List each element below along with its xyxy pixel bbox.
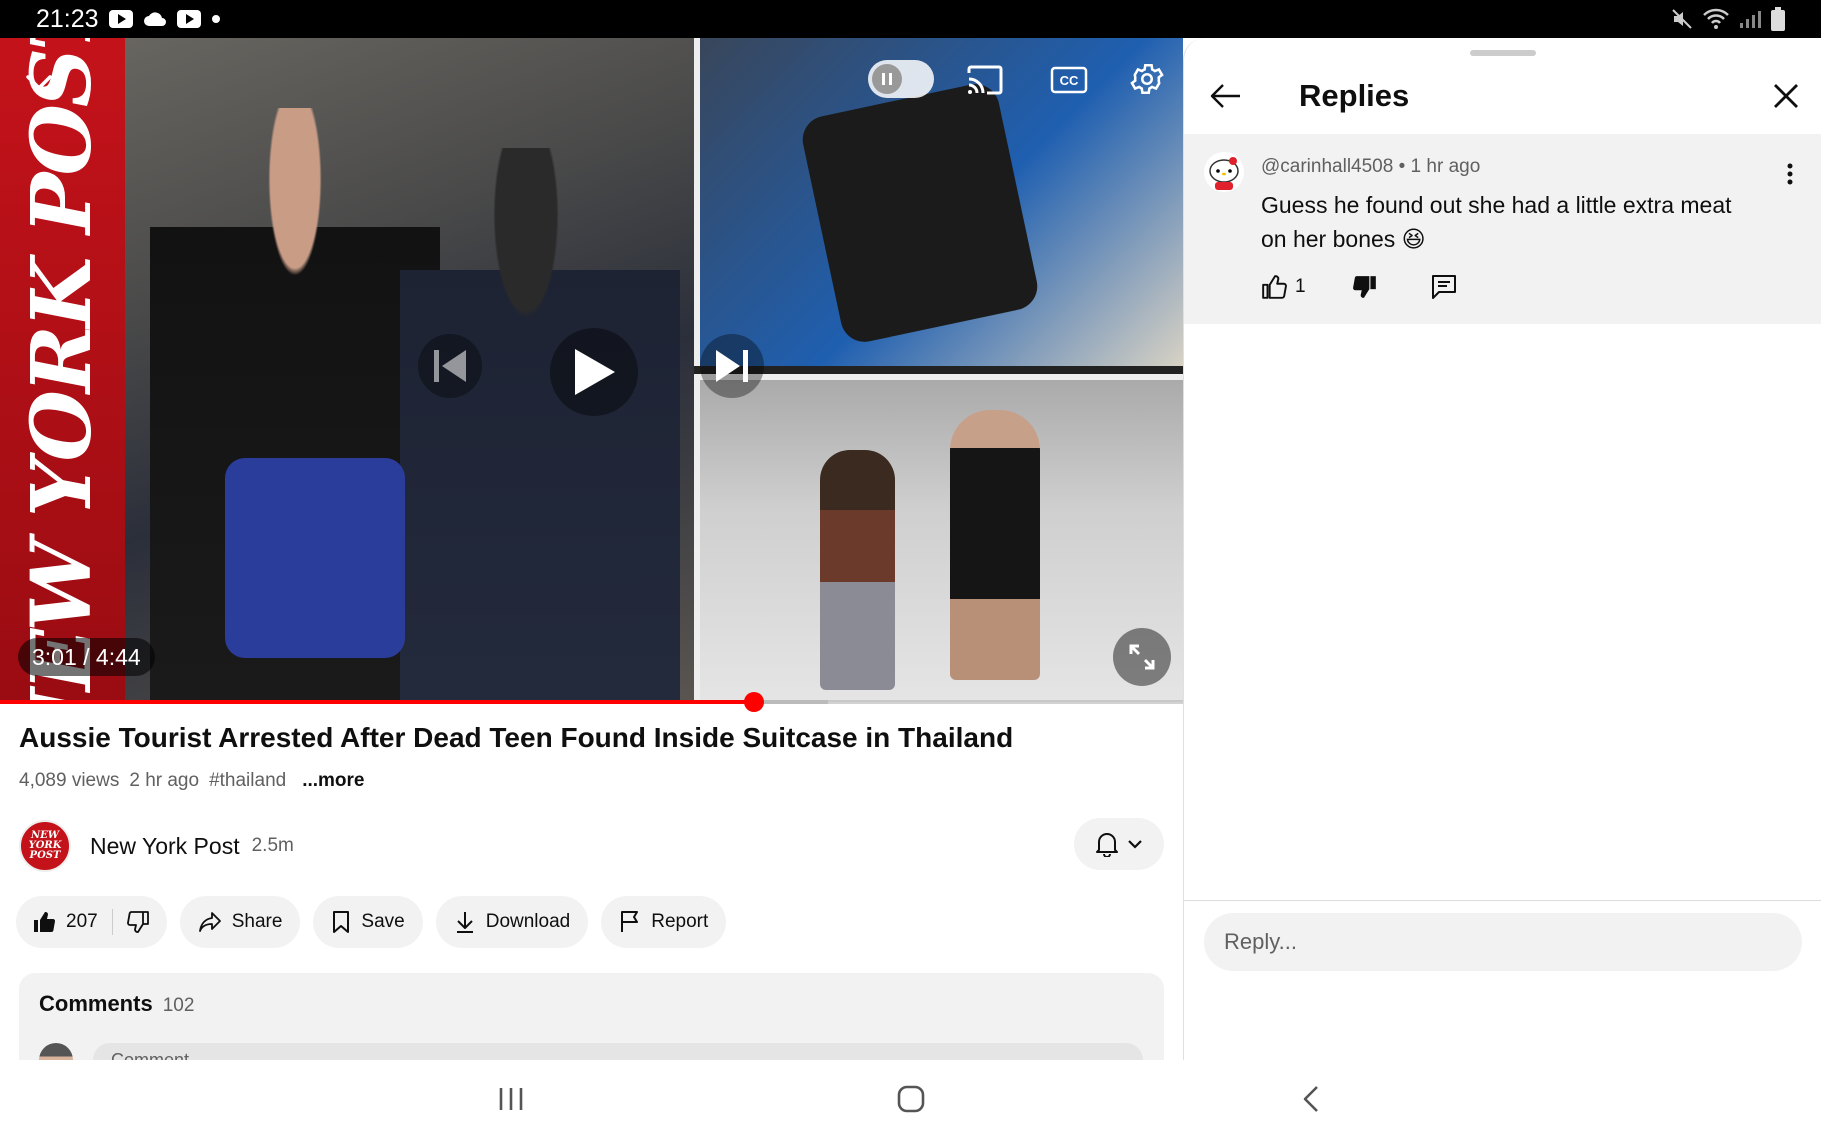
home-icon[interactable] <box>881 1069 941 1129</box>
download-icon <box>454 910 476 934</box>
share-button[interactable]: Share <box>179 896 301 948</box>
video-player[interactable]: NEW YORK POST CC 3:01 / 4:44 <box>0 38 1183 702</box>
like-count: 207 <box>66 911 98 932</box>
youtube-icon <box>176 10 201 28</box>
reply-input[interactable]: Reply... <box>1204 913 1802 971</box>
progress-scrubber[interactable] <box>743 692 764 712</box>
commenter-avatar[interactable] <box>1204 152 1244 192</box>
parent-comment: @carinhall4508 • 1 hr ago Guess he found… <box>1184 134 1821 324</box>
channel-name[interactable]: New York Post <box>90 833 240 860</box>
subscription-bell-button[interactable] <box>1074 818 1164 870</box>
share-icon <box>198 911 222 933</box>
signal-icon <box>1739 9 1761 29</box>
cloud-icon <box>143 11 167 27</box>
dot-icon <box>211 14 221 24</box>
divider <box>111 909 113 935</box>
back-arrow-icon[interactable] <box>1206 76 1246 116</box>
download-label: Download <box>485 911 571 932</box>
share-label: Share <box>231 911 283 932</box>
upload-age: 2 hr ago <box>129 770 200 791</box>
pause-icon <box>872 64 902 94</box>
drag-handle[interactable] <box>1470 50 1536 56</box>
wifi-icon <box>1703 8 1729 30</box>
comment-text: Guess he found out she had a little extr… <box>1261 192 1732 252</box>
flag-icon <box>619 910 641 934</box>
video-title: Aussie Tourist Arrested After Dead Teen … <box>19 722 1014 753</box>
comments-count: 102 <box>162 995 195 1016</box>
suitcase-shape <box>798 79 1042 347</box>
bookmark-icon <box>331 910 351 934</box>
progress-fill <box>0 700 754 704</box>
subscriber-count: 2.5m <box>251 835 294 856</box>
figure-officer <box>400 148 680 702</box>
status-time: 21:23 <box>36 4 99 33</box>
svg-text:CC: CC <box>1060 73 1079 88</box>
previous-icon[interactable] <box>418 334 482 398</box>
brand-banner-text: NEW YORK POST <box>14 38 110 702</box>
replies-panel: Replies @carinhall4508 • 1 hr ago Guess … <box>1183 38 1821 1060</box>
channel-avatar[interactable]: NEW YORK POST <box>19 820 71 872</box>
more-vert-icon[interactable] <box>1776 156 1804 192</box>
hashtag-link[interactable]: #thailand <box>209 770 286 792</box>
thumbs-down-filled-icon[interactable] <box>1352 274 1378 300</box>
comment-like-button[interactable]: 1 <box>1261 274 1306 300</box>
comments-title: Comments <box>39 991 153 1016</box>
chevron-down-icon <box>1127 839 1143 849</box>
report-label: Report <box>651 911 709 932</box>
progress-bar[interactable] <box>0 692 1183 712</box>
mute-icon <box>1671 8 1693 30</box>
back-nav-icon[interactable] <box>1281 1069 1341 1129</box>
view-count: 4,089 views <box>19 770 120 791</box>
thumbs-up-icon <box>1261 274 1287 300</box>
comment-age: 1 hr ago <box>1410 156 1481 177</box>
action-bar: 207 Share Save Download Report <box>16 896 727 948</box>
comment-author[interactable]: @carinhall4508 <box>1261 156 1393 177</box>
next-icon[interactable] <box>700 334 764 398</box>
comment-like-count: 1 <box>1295 276 1306 297</box>
save-label: Save <box>361 911 405 932</box>
reply-comment-icon[interactable] <box>1430 274 1458 300</box>
thumbs-up-filled-icon[interactable] <box>32 910 56 934</box>
replies-header: Replies <box>1184 66 1821 128</box>
divider <box>1184 900 1821 901</box>
comment-header: @carinhall4508 • 1 hr ago <box>1261 156 1480 178</box>
replies-title: Replies <box>1299 78 1410 113</box>
cast-icon[interactable] <box>962 60 1008 100</box>
fullscreen-icon[interactable] <box>1113 628 1171 686</box>
recent-apps-icon[interactable] <box>481 1069 541 1129</box>
bell-icon <box>1095 831 1119 857</box>
like-dislike-group[interactable]: 207 <box>16 896 167 948</box>
settings-icon[interactable] <box>1124 56 1170 102</box>
brand-banner: NEW YORK POST <box>0 38 125 702</box>
figure-cloth <box>225 458 405 658</box>
autoplay-toggle[interactable] <box>868 60 934 98</box>
thumbs-down-icon[interactable] <box>126 910 151 934</box>
thumbnail-cctv <box>694 374 1183 702</box>
figure-man <box>950 410 1040 680</box>
channel-row[interactable]: NEW YORK POST New York Post 2.5m <box>19 820 294 872</box>
more-link[interactable]: ...more <box>302 770 364 792</box>
system-nav-bar <box>0 1060 1821 1138</box>
time-display: 3:01 / 4:44 <box>18 638 155 676</box>
captions-icon[interactable]: CC <box>1046 60 1092 100</box>
comment-actions: 1 <box>1261 274 1458 300</box>
save-button[interactable]: Save <box>313 896 423 948</box>
report-button[interactable]: Report <box>601 896 727 948</box>
status-bar: 21:23 <box>0 0 1821 38</box>
thumbnail-suitcase <box>694 38 1183 366</box>
close-icon[interactable] <box>1766 76 1806 116</box>
download-button[interactable]: Download <box>435 896 589 948</box>
figure-woman <box>820 450 895 690</box>
separator-dot: • <box>1398 156 1411 177</box>
youtube-icon <box>108 10 133 28</box>
video-meta[interactable]: 4,089 views 2 hr ago #thailand ...more <box>19 770 365 792</box>
play-icon[interactable] <box>550 328 638 416</box>
minimize-icon[interactable] <box>18 62 60 104</box>
battery-icon <box>1771 7 1785 31</box>
